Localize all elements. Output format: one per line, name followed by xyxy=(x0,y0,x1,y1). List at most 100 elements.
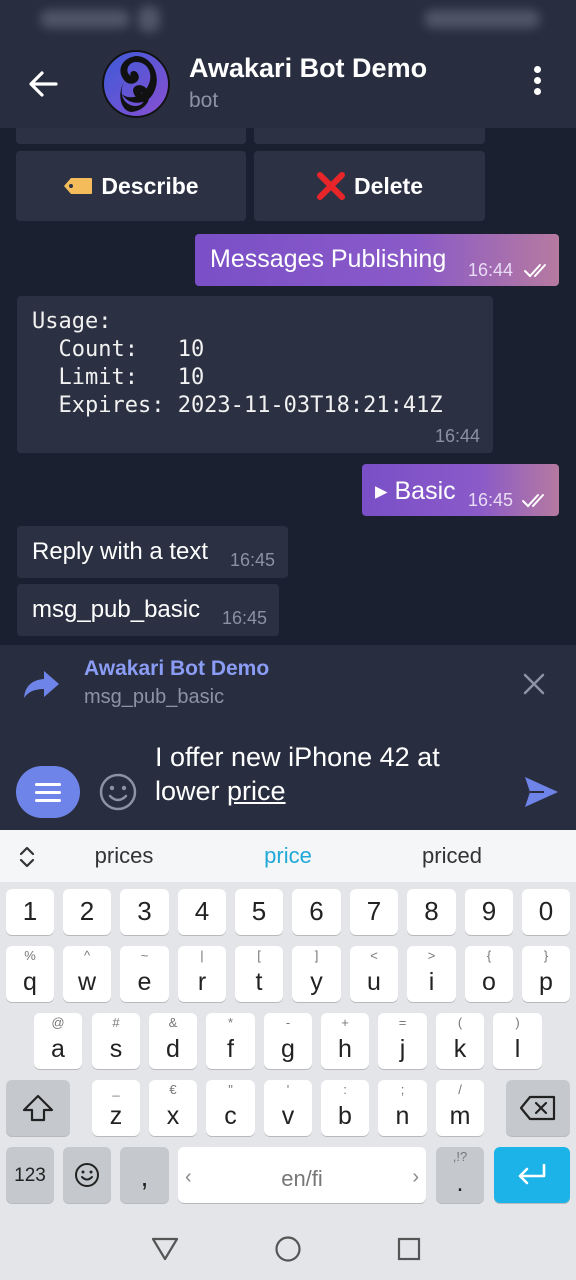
chat-subtitle: bot xyxy=(189,89,219,112)
key-a[interactable]: @ a xyxy=(34,1013,82,1069)
close-icon[interactable] xyxy=(520,670,548,698)
emoji-icon xyxy=(75,1163,99,1187)
reply-sender-name: Awakari Bot Demo xyxy=(84,657,270,680)
key-1[interactable]: 1 xyxy=(6,889,54,935)
composing-word: price xyxy=(227,776,286,806)
key-k[interactable]: (k xyxy=(436,1013,484,1069)
key-6[interactable]: 6 xyxy=(292,889,341,935)
message-list[interactable]: Describe Delete Messages Publishing 16:4… xyxy=(0,128,576,645)
enter-icon xyxy=(518,1163,546,1185)
key-4[interactable]: 4 xyxy=(178,889,226,935)
key-s[interactable]: # s xyxy=(92,1013,140,1069)
key-z[interactable]: _ z xyxy=(92,1080,140,1136)
bot-avatar[interactable] xyxy=(102,50,170,118)
status-bar xyxy=(0,0,576,40)
key-y[interactable]: ] y xyxy=(292,946,341,1002)
reply-message-text: msg_pub_basic xyxy=(84,686,225,708)
describe-button[interactable]: Describe xyxy=(16,151,246,221)
message-time: 16:44 xyxy=(468,260,514,280)
outgoing-message[interactable]: Messages Publishing 16:44 xyxy=(195,234,559,286)
key-8[interactable]: 8 xyxy=(407,889,456,935)
key-3[interactable]: 3 xyxy=(120,889,169,935)
message-time: 16:45 xyxy=(230,550,276,570)
key-h[interactable]: + h xyxy=(321,1013,369,1069)
delete-button-label: Delete xyxy=(353,172,424,199)
space-key[interactable]: ‹ en/fi › xyxy=(178,1147,426,1203)
key-f[interactable]: * f xyxy=(206,1013,255,1069)
key-v[interactable]: ' v xyxy=(264,1080,312,1136)
suggestion-item[interactable]: priced xyxy=(382,843,522,869)
message-text: ▸ Basic xyxy=(375,477,456,505)
key-d[interactable]: & d xyxy=(149,1013,197,1069)
key-m[interactable]: / m xyxy=(436,1080,484,1136)
status-blurred-right xyxy=(424,10,540,28)
enter-key[interactable] xyxy=(494,1147,570,1203)
suggestion-item[interactable]: prices xyxy=(54,843,194,869)
comma-key[interactable]: , xyxy=(120,1147,169,1203)
emoji-key[interactable] xyxy=(63,1147,111,1203)
message-text: Messages Publishing xyxy=(210,245,447,273)
forward-arrow-icon xyxy=(24,671,59,698)
key-l[interactable]: ) l xyxy=(493,1013,542,1069)
key-2[interactable]: 2 xyxy=(63,889,111,935)
delete-button[interactable]: Delete xyxy=(254,151,485,221)
chat-title[interactable]: Awakari Bot Demo xyxy=(189,53,427,84)
key-g[interactable]: -g xyxy=(264,1013,312,1069)
key-0[interactable]: 0 xyxy=(522,889,570,935)
nav-recents-icon[interactable] xyxy=(397,1237,421,1261)
red-cross-icon xyxy=(316,172,345,200)
period-key[interactable]: ,!?. xyxy=(436,1147,484,1203)
inline-keyboard-button-partial[interactable] xyxy=(16,128,246,144)
back-arrow-icon[interactable] xyxy=(22,62,66,106)
emoji-icon[interactable] xyxy=(99,773,137,811)
system-navigation-bar xyxy=(0,1216,576,1280)
bot-menu-button[interactable] xyxy=(16,766,80,818)
backspace-key[interactable] xyxy=(506,1080,570,1136)
shift-icon xyxy=(22,1094,54,1122)
status-blurred-left xyxy=(40,10,130,28)
read-checkmarks-icon xyxy=(524,264,546,278)
nav-back-icon[interactable] xyxy=(150,1236,180,1262)
chat-header: Awakari Bot Demo bot xyxy=(0,0,576,128)
key-7[interactable]: 7 xyxy=(350,889,398,935)
send-icon[interactable] xyxy=(522,774,560,810)
expand-collapse-icon[interactable] xyxy=(16,844,38,870)
key-q[interactable]: % q xyxy=(6,946,54,1002)
language-label: en/fi xyxy=(281,1166,323,1191)
suggestion-item[interactable]: price xyxy=(218,843,358,869)
incoming-message[interactable]: msg_pub_basic 16:45 xyxy=(17,584,279,636)
label-tag-icon xyxy=(64,178,93,194)
key-i[interactable]: > i xyxy=(407,946,456,1002)
nav-home-icon[interactable] xyxy=(274,1235,302,1263)
key-j[interactable]: = j xyxy=(378,1013,427,1069)
incoming-message[interactable]: Usage: Count: 10 Limit: 10 Expires: 2023… xyxy=(17,296,493,453)
outgoing-message[interactable]: ▸ Basic 16:45 xyxy=(362,464,559,516)
cursor-right-icon: › xyxy=(412,1166,419,1188)
numbers-mode-key[interactable]: 123 xyxy=(6,1147,54,1203)
message-input-text: I offer new iPhone 42 at lower xyxy=(155,742,440,806)
message-time: 16:44 xyxy=(435,426,481,446)
key-x[interactable]: € x xyxy=(149,1080,197,1136)
key-w[interactable]: ^ w xyxy=(63,946,111,1002)
key-n[interactable]: ; n xyxy=(378,1080,427,1136)
key-9[interactable]: 9 xyxy=(465,889,513,935)
more-options-icon[interactable] xyxy=(522,66,552,102)
read-checkmarks-icon xyxy=(522,494,544,508)
message-text: Usage: Count: 10 Limit: 10 Expires: 2023… xyxy=(32,309,443,418)
incoming-message[interactable]: Reply with a text 16:45 xyxy=(17,526,288,578)
key-t[interactable]: [t xyxy=(235,946,283,1002)
key-r[interactable]: | r xyxy=(178,946,226,1002)
key-u[interactable]: < u xyxy=(350,946,398,1002)
status-blurred-icon xyxy=(138,6,160,32)
key-p[interactable]: } p xyxy=(522,946,570,1002)
shift-key[interactable] xyxy=(6,1080,70,1136)
key-c[interactable]: " c xyxy=(206,1080,255,1136)
message-text: msg_pub_basic xyxy=(32,596,201,623)
key-b[interactable]: :b xyxy=(321,1080,369,1136)
inline-keyboard-button-partial[interactable] xyxy=(254,128,485,144)
key-5[interactable]: 5 xyxy=(235,889,283,935)
key-e[interactable]: ~ e xyxy=(120,946,169,1002)
key-o[interactable]: {o xyxy=(465,946,513,1002)
backspace-icon xyxy=(519,1095,556,1121)
message-input[interactable]: I offer new iPhone 42 at lower price xyxy=(155,740,505,808)
